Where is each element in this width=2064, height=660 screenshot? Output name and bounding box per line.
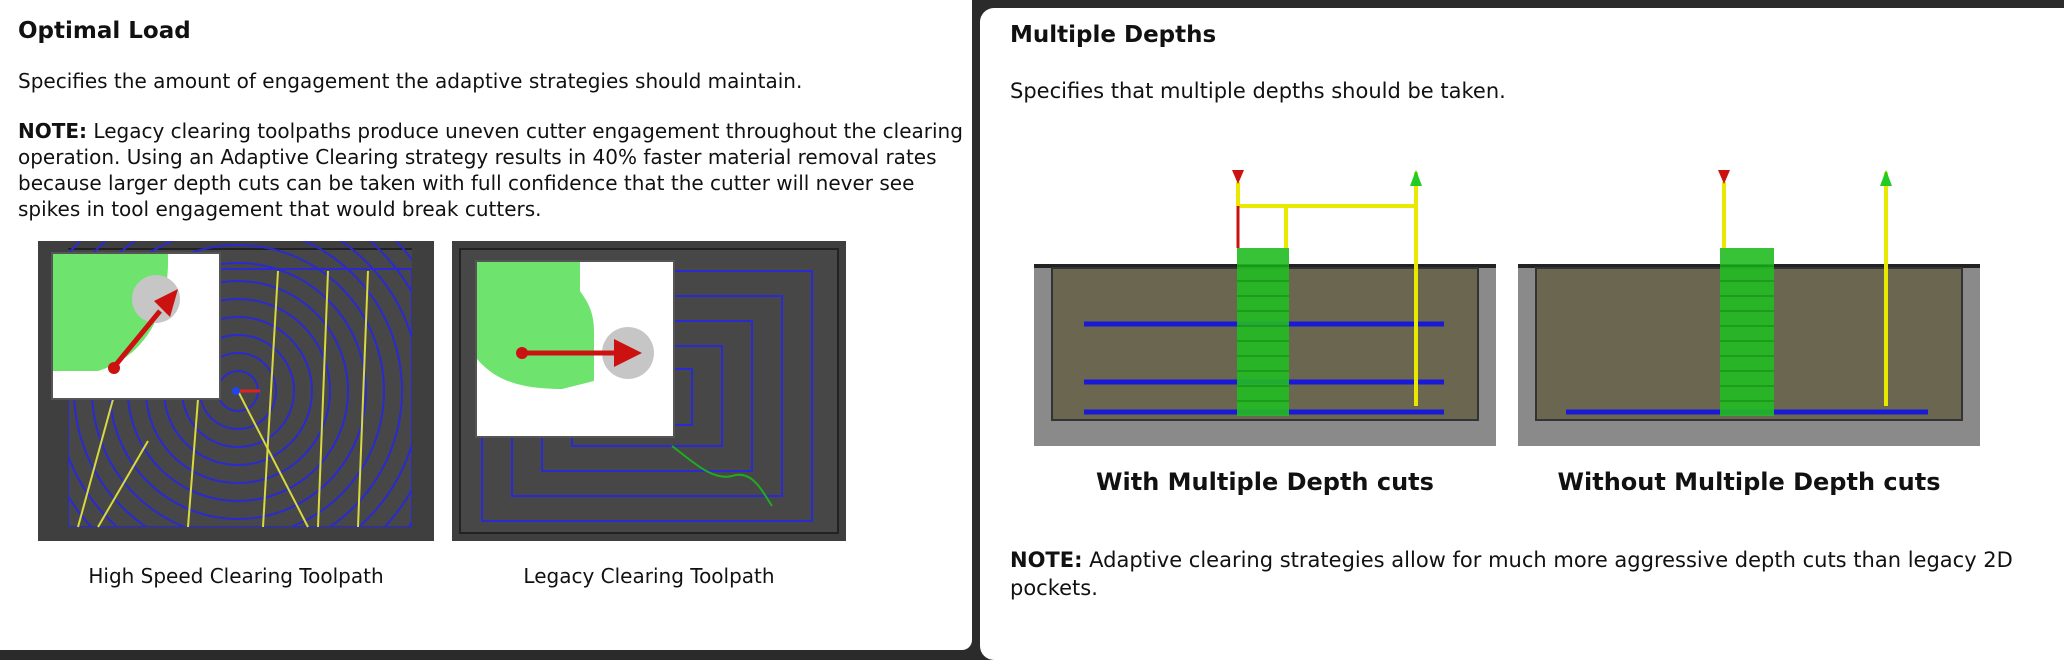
legacy-clearing-image bbox=[452, 241, 846, 541]
with-multiple-depth-cuts-image bbox=[1034, 170, 1496, 446]
optimal-load-help-panel: Optimal Load Specifies the amount of eng… bbox=[0, 0, 972, 650]
image-caption: High Speed Clearing Toolpath bbox=[88, 564, 384, 588]
image-caption: With Multiple Depth cuts bbox=[1096, 468, 1434, 496]
panel-description: Specifies the amount of engagement the a… bbox=[18, 69, 803, 93]
image-caption: Without Multiple Depth cuts bbox=[1557, 468, 1941, 496]
panel-note: NOTE: Legacy clearing toolpaths produce … bbox=[18, 118, 964, 222]
image-caption: Legacy Clearing Toolpath bbox=[523, 564, 775, 588]
high-speed-clearing-image bbox=[38, 241, 434, 541]
note-label: NOTE: bbox=[1010, 548, 1083, 572]
note-text: Adaptive clearing strategies allow for m… bbox=[1010, 548, 2013, 600]
panel-description: Specifies that multiple depths should be… bbox=[1010, 79, 1506, 103]
panel-title: Multiple Depths bbox=[1010, 22, 1217, 48]
panel-note: NOTE: Adaptive clearing strategies allow… bbox=[1010, 546, 2050, 602]
without-multiple-depth-cuts-image bbox=[1518, 170, 1980, 446]
note-label: NOTE: bbox=[18, 119, 88, 143]
note-text: Legacy clearing toolpaths produce uneven… bbox=[18, 119, 963, 221]
multiple-depths-help-panel: Multiple Depths Specifies that multiple … bbox=[980, 8, 2064, 660]
panel-title: Optimal Load bbox=[18, 18, 191, 44]
